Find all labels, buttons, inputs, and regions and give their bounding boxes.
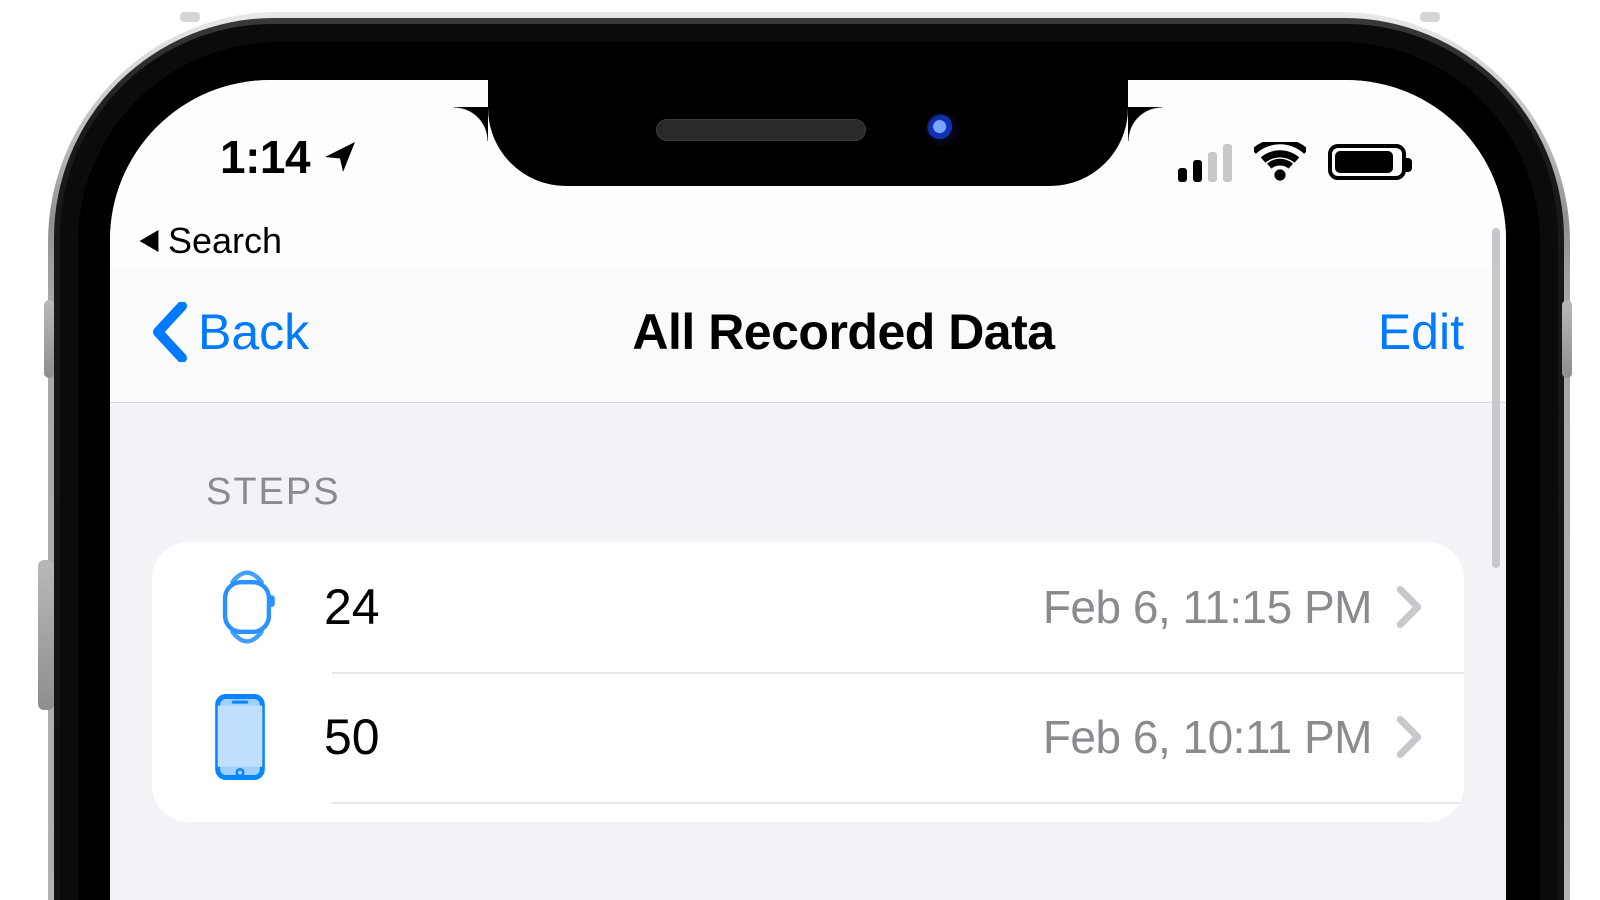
page-title: All Recorded Data [632,303,1054,361]
content-area: STEPS [110,403,1506,822]
data-row[interactable]: 24 Feb 6, 11:15 PM [152,542,1464,672]
location-services-icon [322,139,358,175]
earpiece-speaker [656,119,866,141]
chevron-right-icon [1396,716,1422,758]
data-row[interactable] [152,802,1464,822]
battery-icon [1328,144,1406,180]
steps-list: 24 Feb 6, 11:15 PM [152,542,1464,822]
cellular-signal-icon [1178,142,1232,182]
clock: 1:14 [220,130,310,184]
section-header-steps: STEPS [110,471,1506,542]
front-camera [926,113,960,147]
iphone-icon [214,694,324,780]
edit-button[interactable]: Edit [1378,303,1464,361]
back-triangle-icon [138,230,160,252]
row-timestamp: Feb 6, 11:15 PM [1043,580,1372,634]
back-button[interactable]: Back [150,302,309,362]
chevron-right-icon [1396,586,1422,628]
navigation-bar: Back All Recorded Data Edit [110,266,1506,403]
chevron-left-icon [150,302,190,362]
scroll-indicator [1492,228,1500,568]
apple-watch-icon [214,569,324,645]
data-row[interactable]: 50 Feb 6, 10:11 PM [152,672,1464,802]
step-count: 24 [324,578,380,636]
return-to-previous-app[interactable]: Search [110,210,1506,266]
row-timestamp: Feb 6, 10:11 PM [1043,710,1372,764]
back-label: Back [198,303,309,361]
wifi-icon [1254,142,1306,182]
step-count: 50 [324,708,380,766]
screen: 1:14 [110,80,1506,900]
breadcrumb-label: Search [168,220,282,262]
notch [454,80,1162,186]
